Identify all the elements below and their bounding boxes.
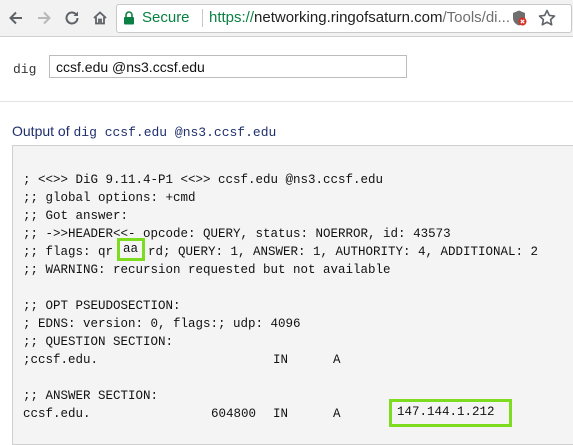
question-name: ;ccsf.edu. <box>23 353 99 367</box>
forward-button[interactable] <box>32 6 56 30</box>
url-separator <box>202 9 203 27</box>
secure-label: Secure <box>142 9 190 26</box>
output-line-banner: ; <<>> DiG 9.11.4-P1 <<>> ccsf.edu @ns3.… <box>23 173 384 187</box>
address-bar[interactable]: Secure https://networking.ringofsaturn.c… <box>116 4 572 33</box>
output-line-flags-suffix: rd; QUERY: 1, ANSWER: 1, AUTHORITY: 4, A… <box>148 245 539 259</box>
output-heading: Output of dig ccsf.edu @ns3.ccsf.edu <box>12 123 276 140</box>
answer-type: A <box>333 407 341 421</box>
output-line-opt-pseudosection: ;; OPT PSEUDOSECTION: <box>23 299 181 313</box>
bookmark-star-icon[interactable] <box>537 8 557 28</box>
url-path: /Tools/di... <box>442 9 509 26</box>
output-line-got-answer: ;; Got answer: <box>23 209 129 223</box>
forward-arrow-icon <box>38 11 51 25</box>
url-host: networking.ringofsaturn.com <box>254 9 443 26</box>
answer-class: IN <box>273 407 289 421</box>
output-heading-prefix: Output of <box>12 123 70 139</box>
output-line-global-options: ;; global options: +cmd <box>23 191 196 205</box>
answer-ttl: 604800 <box>211 407 257 421</box>
browser-toolbar: Secure https://networking.ringofsaturn.c… <box>0 0 573 37</box>
url-text[interactable]: https://networking.ringofsaturn.com/Tool… <box>209 9 509 26</box>
reload-icon <box>65 11 79 25</box>
back-button[interactable] <box>4 6 28 30</box>
url-scheme: https:// <box>209 9 255 26</box>
home-icon <box>93 11 107 25</box>
answer-ip-address: 147.144.1.212 <box>397 405 495 419</box>
output-line-warning: ;; WARNING: recursion requested but not … <box>23 263 391 277</box>
output-line-answer-section: ;; ANSWER SECTION: <box>23 389 159 403</box>
section-divider <box>0 101 573 102</box>
output-heading-command: dig ccsf.edu @ns3.ccsf.edu <box>73 125 277 140</box>
reload-button[interactable] <box>60 6 84 30</box>
output-line-flags-prefix: ;; flags: qr <box>23 245 114 259</box>
question-type: A <box>333 353 341 367</box>
output-line-question-section: ;; QUESTION SECTION: <box>23 335 174 349</box>
aa-flag-highlight <box>117 238 145 261</box>
lock-icon <box>124 11 134 25</box>
output-line-header: ;; ->>HEADER<<- opcode: QUERY, status: N… <box>23 227 451 241</box>
output-line-edns: ; EDNS: version: 0, flags:; udp: 4096 <box>23 317 301 331</box>
back-arrow-icon <box>9 11 22 25</box>
extension-shield-icon[interactable] <box>510 9 528 27</box>
dig-query-input[interactable] <box>49 55 407 78</box>
dig-label: dig <box>13 62 37 77</box>
home-button[interactable] <box>88 6 112 30</box>
answer-name: ccsf.edu. <box>23 407 91 421</box>
question-class: IN <box>273 353 289 367</box>
